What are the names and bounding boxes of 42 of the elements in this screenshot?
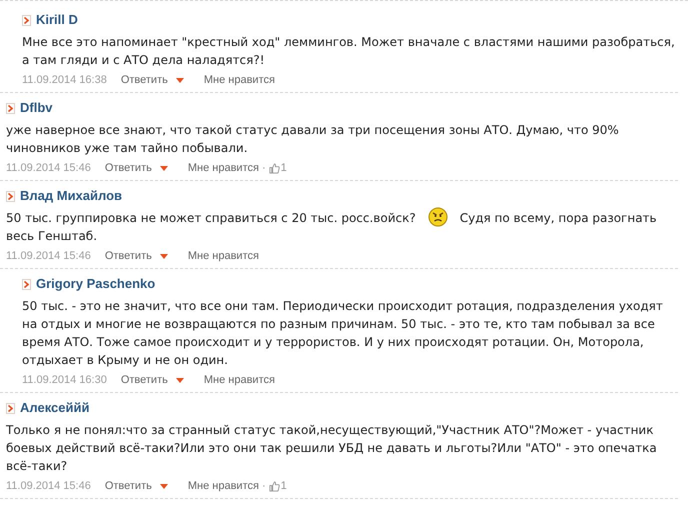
separator-dot: · <box>262 160 266 176</box>
caret-icon[interactable] <box>160 166 168 170</box>
like-link[interactable]: Мне нравится <box>188 248 259 264</box>
like-count: 1 <box>280 478 287 494</box>
angry-face-icon <box>428 206 448 227</box>
caret-icon[interactable] <box>176 378 184 382</box>
reply-link[interactable]: Ответить <box>120 72 168 88</box>
author-name[interactable]: Dflbv <box>20 98 52 118</box>
arrow-icon <box>6 190 15 202</box>
arrow-icon <box>6 402 15 414</box>
arrow-icon <box>22 14 31 26</box>
comment-date: 11.09.2014 15:46 <box>6 248 91 264</box>
author-name[interactable]: Влад Михайлов <box>20 186 122 206</box>
like-link[interactable]: Мне нравится <box>188 478 259 494</box>
caret-icon[interactable] <box>176 78 184 82</box>
comment-date: 11.09.2014 16:38 <box>22 72 107 88</box>
reply-link[interactable]: Ответить <box>104 160 152 176</box>
reply-link[interactable]: Ответить <box>120 372 168 388</box>
author-name[interactable]: Kirill D <box>36 10 78 30</box>
like-link[interactable]: Мне нравится <box>188 160 259 176</box>
comment-date: 11.09.2014 15:46 <box>6 160 91 176</box>
caret-icon[interactable] <box>160 254 168 258</box>
like-link[interactable]: Мне нравится <box>204 372 275 388</box>
comment-date: 11.09.2014 15:46 <box>6 478 91 494</box>
arrow-icon <box>6 102 15 114</box>
comment-text: 50 тыс. - это не значит, что все они там. Периодически происходит ротация, подразделения уходят на отдых и многие не возвращаются по разным причинам. 50 тыс. - это те, кто там побывал за все время АТО. Тоже самое происходит и у террористов. И у них происходят ротации. Он, Моторола, отдыхает в Крыму и не он один. <box>22 298 664 369</box>
comment-text: уже наверное все знают, что такой статус давали за три посещения зоны АТО. Думаю, что 90% чиновников уже там тайно побывали. <box>6 122 620 157</box>
thumbs-up-icon <box>268 480 280 492</box>
like-link[interactable]: Мне нравится <box>204 72 275 88</box>
comment-date: 11.09.2014 16:30 <box>22 372 107 388</box>
comment-text: Мне все это напоминает "крестный ход" леммингов. Может вначале с властями нашими разобраться, а там гляди и с АТО дела наладятся?! <box>22 34 676 69</box>
caret-icon[interactable] <box>160 484 168 488</box>
reply-link[interactable]: Ответить <box>104 478 152 494</box>
author-name[interactable]: Grigory Paschenko <box>36 274 156 294</box>
author-name[interactable]: Алексеййй <box>20 398 90 418</box>
comment-text: 50 тыс. группировка не может справиться с 20 тыс. росс.войск? Судя по всему, пора разогнать весь Генштаб. <box>6 209 678 245</box>
comment-text: Только я не понял:что за странный статус такой,несуществующий,"Участник АТО"?Может - участник боевых действий всё-таки?Или это они так решили УБД не давать и льготы?Или "АТО" - это опечатка всё-таки? <box>6 422 658 475</box>
reply-link[interactable]: Ответить <box>104 248 152 264</box>
separator-dot: · <box>262 478 266 494</box>
thumbs-up-icon <box>268 162 280 174</box>
arrow-icon <box>22 278 31 290</box>
like-count: 1 <box>280 160 287 176</box>
